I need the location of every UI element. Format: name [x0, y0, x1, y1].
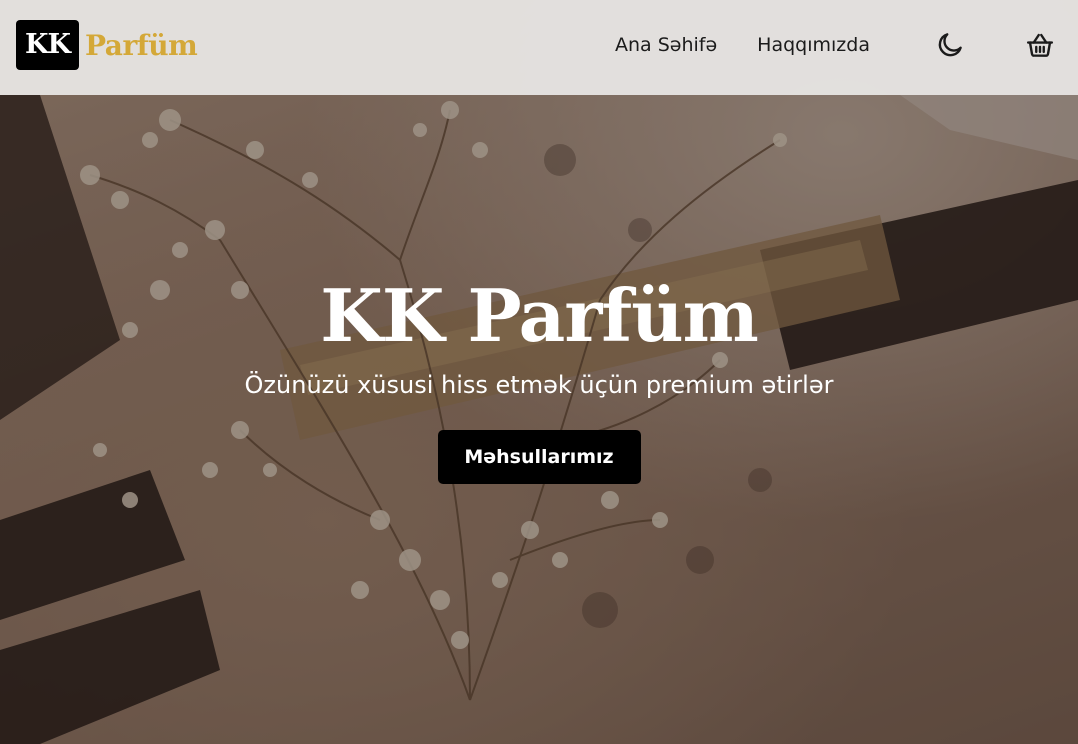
hero-subtitle: Özünüzü xüsusi hiss etmək üçün premium ə…	[244, 371, 834, 399]
logo-text: Parfüm	[85, 28, 198, 62]
site-header: KK Parfüm Ana Səhifə Haqqımızda	[0, 0, 1078, 95]
hero-title: KK Parfüm	[320, 273, 759, 358]
page: KK Parfüm Özünüzü xüsusi hiss etmək üçün…	[0, 0, 1078, 744]
hero-section: KK Parfüm Özünüzü xüsusi hiss etmək üçün…	[0, 0, 1078, 744]
moon-icon	[938, 33, 962, 57]
nav-link-home[interactable]: Ana Səhifə	[615, 30, 717, 60]
products-button[interactable]: Məhsullarımız	[437, 430, 641, 484]
logo[interactable]: KK Parfüm	[16, 20, 198, 70]
nav-link-about[interactable]: Haqqımızda	[757, 30, 870, 60]
hero-content: KK Parfüm Özünüzü xüsusi hiss etmək üçün…	[0, 270, 1078, 484]
basket-icon	[1026, 33, 1054, 57]
cart-button[interactable]	[1024, 29, 1056, 61]
theme-toggle-button[interactable]	[934, 29, 966, 61]
logo-mark: KK	[16, 20, 79, 70]
main-nav: Ana Səhifə Haqqımızda	[615, 30, 870, 60]
